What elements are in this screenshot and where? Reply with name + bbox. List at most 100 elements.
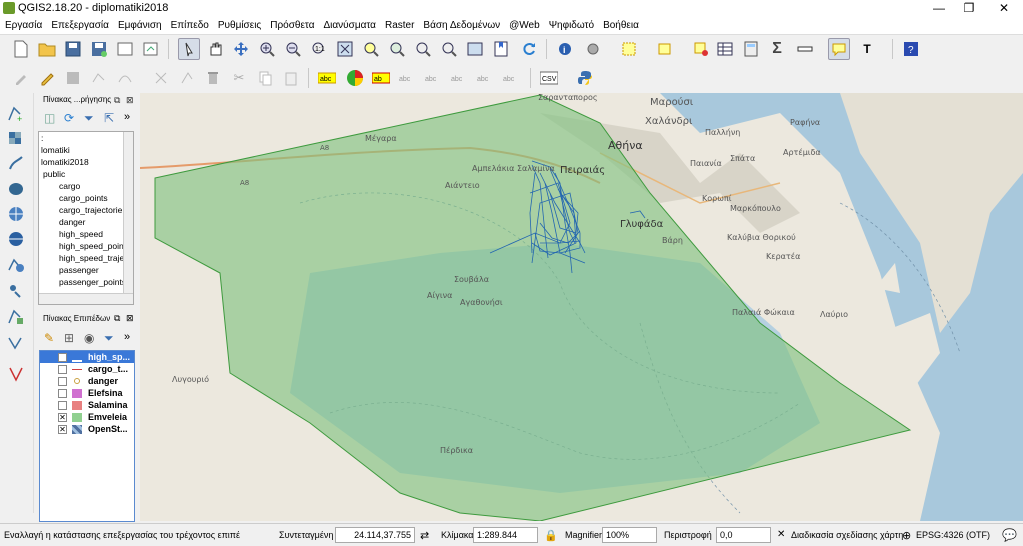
zoom-native-resolution-icon[interactable]: 1:1	[308, 38, 330, 60]
new-project-icon[interactable]	[10, 38, 32, 60]
add-circular-string-icon[interactable]	[114, 67, 136, 89]
add-raster-layer-icon[interactable]	[5, 128, 27, 150]
coordinate-toggle-icon[interactable]: ⇄	[420, 529, 429, 542]
add-spatialite-layer-icon[interactable]	[5, 153, 27, 175]
select-by-value-icon[interactable]	[654, 38, 676, 60]
open-layer-styling-icon[interactable]: ✎	[44, 331, 54, 345]
menu-layer[interactable]: Επίπεδο	[166, 17, 213, 31]
menu-settings[interactable]: Ρυθμίσεις	[213, 17, 265, 31]
coordinate-field[interactable]: 24.114,37.755	[335, 527, 415, 543]
node-tool-icon[interactable]	[176, 67, 198, 89]
layer-labeling-icon[interactable]: abc	[316, 67, 338, 89]
lock-scale-icon[interactable]: 🔒	[544, 529, 558, 542]
browser-item[interactable]: passenger_points	[39, 276, 133, 288]
toggle-editing-icon[interactable]	[36, 67, 58, 89]
zoom-to-layer-icon[interactable]	[386, 38, 408, 60]
rotate-label-icon[interactable]: abc	[474, 67, 496, 89]
zoom-out-icon[interactable]	[282, 38, 304, 60]
map-canvas[interactable]: Σαρανταπορος Μαρούσι Χαλάνδρι Παλλήνη Ρα…	[140, 93, 1023, 521]
menu-raster[interactable]: Raster	[380, 17, 418, 31]
filter-browser-icon[interactable]: ⏷	[84, 111, 94, 126]
close-panel-icon[interactable]: ⊠	[126, 313, 134, 324]
deselect-all-icon[interactable]	[690, 38, 712, 60]
add-delimited-text-icon[interactable]	[5, 280, 27, 302]
browser-item[interactable]: cargo_trajectorie	[39, 204, 133, 216]
refresh-browser-icon[interactable]: ⟳	[64, 111, 74, 125]
browser-item[interactable]: cargo	[39, 180, 133, 192]
run-action-icon[interactable]	[582, 38, 604, 60]
select-features-icon[interactable]	[618, 38, 640, 60]
layer-diagram-icon[interactable]	[344, 67, 366, 89]
touch-zoom-pan-icon[interactable]	[178, 38, 200, 60]
bookmarks-icon[interactable]	[490, 38, 512, 60]
browser-item[interactable]: lomatiki2018	[39, 156, 133, 168]
menu-mesh[interactable]: Ψηφιδωτό	[544, 17, 598, 31]
composer-manager-icon[interactable]	[140, 38, 162, 60]
add-feature-icon[interactable]	[88, 67, 110, 89]
layer-row-elefsina[interactable]: Elefsina	[40, 387, 134, 399]
show-hide-labels-icon[interactable]: abc	[422, 67, 444, 89]
move-label-icon[interactable]: abc	[448, 67, 470, 89]
highlight-pinned-labels-icon[interactable]: ab	[370, 67, 392, 89]
minimize-button[interactable]: —	[924, 0, 954, 17]
zoom-next-icon[interactable]	[438, 38, 460, 60]
browser-item[interactable]: :	[39, 132, 133, 144]
new-print-composer-icon[interactable]	[114, 38, 136, 60]
filter-legend-icon[interactable]: ⏷	[104, 331, 114, 346]
browser-item[interactable]: danger	[39, 216, 133, 228]
text-annotation-icon[interactable]: T	[856, 38, 878, 60]
manage-visibility-icon[interactable]: ◉	[84, 331, 94, 345]
layer-row-high-speed[interactable]: ✕ high_sp...	[40, 351, 134, 363]
current-edits-icon[interactable]	[10, 67, 32, 89]
layer-visibility-checkbox[interactable]	[58, 389, 67, 398]
paste-features-icon[interactable]	[280, 67, 302, 89]
maximize-button[interactable]: ❐	[954, 0, 984, 17]
pan-to-selection-icon[interactable]	[230, 38, 252, 60]
rotation-spinbox[interactable]: 0,0	[716, 527, 771, 543]
add-selected-layers-icon[interactable]: ◫	[44, 111, 55, 125]
vertical-scrollbar[interactable]	[123, 132, 133, 294]
menu-edit[interactable]: Επεξεργασία	[46, 17, 113, 31]
browser-item[interactable]: high_speed	[39, 228, 133, 240]
browser-item[interactable]: public	[39, 168, 133, 180]
menu-web[interactable]: @Web	[504, 17, 544, 31]
more-tools-icon[interactable]: »	[124, 331, 130, 343]
magnifier-spinbox[interactable]: 100%	[602, 527, 657, 543]
layer-visibility-checkbox[interactable]: ✕	[58, 413, 67, 422]
pin-labels-icon[interactable]: abc	[396, 67, 418, 89]
layer-visibility-checkbox[interactable]: ✕	[58, 353, 67, 362]
browser-item[interactable]: high_speed_point	[39, 240, 133, 252]
menu-vector[interactable]: Διανύσματα	[319, 17, 380, 31]
open-project-icon[interactable]	[36, 38, 58, 60]
browser-item[interactable]: cargo_points	[39, 192, 133, 204]
help-icon[interactable]: ?	[900, 38, 922, 60]
zoom-last-icon[interactable]	[412, 38, 434, 60]
virtual-layer-icon[interactable]	[5, 363, 27, 385]
layer-visibility-checkbox[interactable]	[58, 365, 67, 374]
measure-line-icon[interactable]	[794, 38, 816, 60]
add-wms-layer-icon[interactable]	[5, 203, 27, 225]
add-postgis-layer-icon[interactable]	[5, 178, 27, 200]
scale-combobox[interactable]: 1:289.844	[473, 527, 538, 543]
map-tips-icon[interactable]	[828, 38, 850, 60]
copy-features-icon[interactable]	[254, 67, 276, 89]
render-checkbox[interactable]: ✕	[777, 529, 785, 540]
layer-visibility-checkbox[interactable]	[58, 377, 67, 386]
layer-row-danger[interactable]: danger	[40, 375, 134, 387]
zoom-in-icon[interactable]	[256, 38, 278, 60]
collapse-all-icon[interactable]: ⇱	[104, 111, 114, 125]
pan-map-icon[interactable]	[204, 38, 226, 60]
more-tools-icon[interactable]: »	[124, 111, 130, 123]
new-shapefile-icon[interactable]	[5, 306, 27, 328]
menu-project[interactable]: Εργασία	[0, 17, 46, 31]
menu-help[interactable]: Βοήθεια	[598, 17, 643, 31]
horizontal-scrollbar[interactable]	[39, 293, 133, 304]
statistics-sum-icon[interactable]: Σ	[766, 38, 788, 60]
crs-globe-icon[interactable]: ⊕	[902, 529, 911, 542]
layer-visibility-checkbox[interactable]: ✕	[58, 425, 67, 434]
menu-plugins[interactable]: Πρόσθετα	[265, 17, 318, 31]
layer-row-emveleia[interactable]: ✕ Emveleia	[40, 411, 134, 423]
close-button[interactable]: ✕	[989, 0, 1019, 17]
add-wcs-layer-icon[interactable]	[5, 228, 27, 250]
browser-item[interactable]: passenger	[39, 264, 133, 276]
